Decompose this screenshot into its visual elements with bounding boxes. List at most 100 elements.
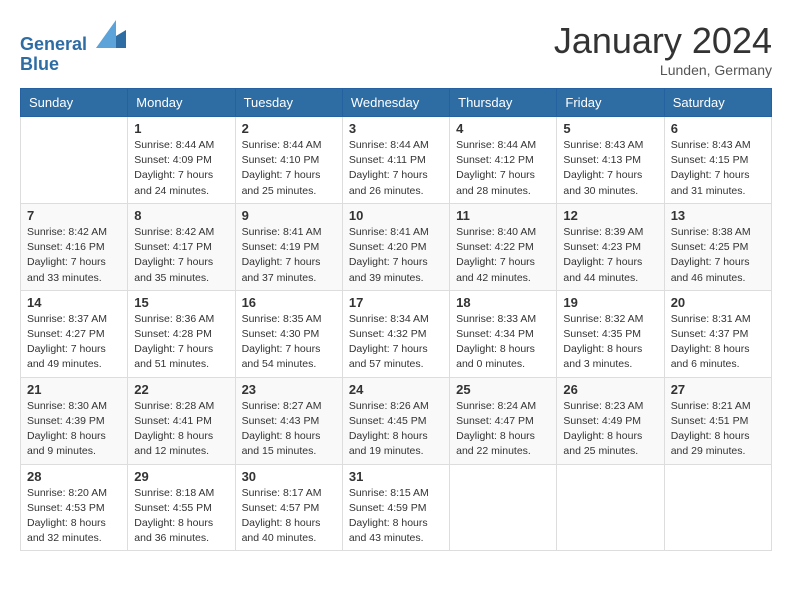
- calendar-cell: 23Sunrise: 8:27 AMSunset: 4:43 PMDayligh…: [235, 377, 342, 464]
- daylight-text: Daylight: 7 hours and 24 minutes.: [134, 169, 213, 196]
- cell-content: Sunrise: 8:17 AMSunset: 4:57 PMDaylight:…: [242, 486, 336, 547]
- daylight-text: Daylight: 7 hours and 25 minutes.: [242, 169, 321, 196]
- calendar-cell: 21Sunrise: 8:30 AMSunset: 4:39 PMDayligh…: [21, 377, 128, 464]
- calendar-cell: 22 Sunrise: 8:28 AMSunset: 4:41 PMDayligh…: [128, 377, 235, 464]
- sunset-text: Sunset: 4:55 PM: [134, 502, 212, 514]
- day-number: 24: [349, 382, 443, 397]
- daylight-text: Daylight: 8 hours and 29 minutes.: [671, 430, 750, 457]
- sunset-text: Sunset: 4:10 PM: [242, 154, 320, 166]
- day-number: 2: [242, 121, 336, 136]
- calendar-cell: [21, 117, 128, 204]
- sunrise-text: Sunrise: 8:39 AM: [563, 226, 643, 238]
- cell-content: Sunrise: 8:31 AMSunset: 4:37 PMDaylight:…: [671, 312, 765, 373]
- weekday-header-friday: Friday: [557, 89, 664, 117]
- day-number: 7: [27, 208, 121, 223]
- weekday-header-monday: Monday: [128, 89, 235, 117]
- calendar-cell: 26Sunrise: 8:23 AMSunset: 4:49 PMDayligh…: [557, 377, 664, 464]
- sunrise-text: Sunrise: 8:41 AM: [242, 226, 322, 238]
- sunset-text: Sunset: 4:34 PM: [456, 328, 534, 340]
- daylight-text: Daylight: 7 hours and 49 minutes.: [27, 343, 106, 370]
- location: Lunden, Germany: [554, 62, 772, 78]
- sunset-text: Sunset: 4:39 PM: [27, 415, 105, 427]
- sunset-text: Sunset: 4:45 PM: [349, 415, 427, 427]
- sunset-text: Sunset: 4:51 PM: [671, 415, 749, 427]
- cell-content: Sunrise: 8:44 AM Sunset: 4:10 PM Daylight:…: [242, 138, 336, 199]
- sunset-text: Sunset: 4:32 PM: [349, 328, 427, 340]
- weekday-header-row: SundayMondayTuesdayWednesdayThursdayFrid…: [21, 89, 772, 117]
- cell-content: Sunrise: 8:42 AMSunset: 4:17 PMDaylight:…: [134, 225, 228, 286]
- cell-content: Sunrise: 8:26 AMSunset: 4:45 PMDaylight:…: [349, 399, 443, 460]
- calendar-week-row: 21 Sunrise: 8:30 AM Sunset: 4:39 PM Dayligh…: [21, 377, 772, 464]
- sunrise-text: Sunrise: 8:32 AM: [563, 313, 643, 325]
- calendar-cell: 25Sunrise: 8:24 AMSunset: 4:47 PMDayligh…: [450, 377, 557, 464]
- cell-content: Sunrise: 8:24 AMSunset: 4:47 PMDaylight:…: [456, 399, 550, 460]
- calendar-week-row: 28Sunrise: 8:20 AMSunset: 4:53 PMDayligh…: [21, 464, 772, 551]
- sunrise-text: Sunrise: 8:43 AM: [671, 139, 751, 151]
- logo-general: General: [20, 34, 87, 54]
- daylight-text: Daylight: 8 hours and 12 minutes.: [134, 430, 213, 457]
- sunset-text: Sunset: 4:15 PM: [671, 154, 749, 166]
- cell-content: Sunrise: 8:44 AM Sunset: 4:09 PM Daylight:…: [134, 138, 228, 199]
- sunrise-text: Sunrise: 8:44 AM: [242, 139, 322, 151]
- daylight-text: Daylight: 7 hours and 30 minutes.: [563, 169, 642, 196]
- sunset-text: Sunset: 4:28 PM: [134, 328, 212, 340]
- sunrise-text: Sunrise: 8:42 AM: [134, 226, 214, 238]
- cell-content: Sunrise: 8:32 AMSunset: 4:35 PMDaylight:…: [563, 312, 657, 373]
- sunset-text: Sunset: 4:59 PM: [349, 502, 427, 514]
- sunset-text: Sunset: 4:11 PM: [349, 154, 426, 166]
- calendar-cell: 31Sunrise: 8:15 AMSunset: 4:59 PMDayligh…: [342, 464, 449, 551]
- page-header: General Blue January 2024 Lunden, German…: [20, 20, 772, 78]
- daylight-text: Daylight: 8 hours and 6 minutes.: [671, 343, 750, 370]
- sunrise-text: Sunrise: 8:30 AM: [27, 400, 107, 412]
- sunset-text: Sunset: 4:37 PM: [671, 328, 749, 340]
- cell-content: Sunrise: 8:34 AMSunset: 4:32 PMDaylight:…: [349, 312, 443, 373]
- sunset-text: Sunset: 4:12 PM: [456, 154, 534, 166]
- calendar-cell: 24 Sunrise: 8:26 AMSunset: 4:45 PMDayligh…: [342, 377, 449, 464]
- calendar-cell: 13Sunrise: 8:38 AMSunset: 4:25 PMDayligh…: [664, 203, 771, 290]
- calendar-cell: 28Sunrise: 8:20 AMSunset: 4:53 PMDayligh…: [21, 464, 128, 551]
- day-number: 19: [563, 295, 657, 310]
- calendar-cell: 16Sunrise: 8:35 AMSunset: 4:30 PMDayligh…: [235, 290, 342, 377]
- logo-icon: [96, 20, 126, 50]
- calendar-cell: [450, 464, 557, 551]
- calendar-cell: 19 Sunrise: 8:32 AMSunset: 4:35 PMDayligh…: [557, 290, 664, 377]
- day-number: 21: [27, 382, 121, 397]
- sunrise-text: Sunrise: 8:44 AM: [134, 139, 214, 151]
- cell-content: Sunrise: 8:38 AMSunset: 4:25 PMDaylight:…: [671, 225, 765, 286]
- sunset-text: Sunset: 4:47 PM: [456, 415, 534, 427]
- sunset-text: Sunset: 4:30 PM: [242, 328, 320, 340]
- cell-content: Sunrise: 8:21 AMSunset: 4:51 PMDaylight:…: [671, 399, 765, 460]
- cell-content: Sunrise: 8:44 AMSunset: 4:11 PMDaylight:…: [349, 138, 443, 199]
- calendar-cell: 3Sunrise: 8:44 AMSunset: 4:11 PMDaylight…: [342, 117, 449, 204]
- cell-content: Sunrise: 8:33 AMSunset: 4:34 PMDaylight:…: [456, 312, 550, 373]
- daylight-text: Daylight: 7 hours and 44 minutes.: [563, 256, 642, 283]
- cell-content: Sunrise: 8:44 AMSunset: 4:12 PMDaylight:…: [456, 138, 550, 199]
- day-number: 31: [349, 469, 443, 484]
- day-number: 12: [563, 208, 657, 223]
- daylight-text: Daylight: 7 hours and 39 minutes.: [349, 256, 428, 283]
- day-number: 30: [242, 469, 336, 484]
- day-number: 18: [456, 295, 550, 310]
- sunrise-text: Sunrise: 8:24 AM: [456, 400, 536, 412]
- day-number: 6: [671, 121, 765, 136]
- sunset-text: Sunset: 4:09 PM: [134, 154, 212, 166]
- sunrise-text: Sunrise: 8:34 AM: [349, 313, 429, 325]
- cell-content: Sunrise: 8:43 AMSunset: 4:13 PMDaylight:…: [563, 138, 657, 199]
- sunset-text: Sunset: 4:25 PM: [671, 241, 749, 253]
- day-number: 15: [134, 295, 228, 310]
- daylight-text: Daylight: 7 hours and 51 minutes.: [134, 343, 213, 370]
- calendar-week-row: 1Sunrise: 8:44 AMSunset: 4:09 PMDaylight…: [21, 117, 772, 204]
- day-number: 14: [27, 295, 121, 310]
- cell-content: Sunrise: 8:28 AMSunset: 4:41 PMDaylight:…: [134, 399, 228, 460]
- calendar-cell: 27Sunrise: 8:21 AMSunset: 4:51 PMDayligh…: [664, 377, 771, 464]
- daylight-text: Daylight: 7 hours and 37 minutes.: [242, 256, 321, 283]
- cell-content: Sunrise: 8:41 AMSunset: 4:19 PMDaylight:…: [242, 225, 336, 286]
- sunrise-text: Sunrise: 8:37 AM: [27, 313, 107, 325]
- calendar-cell: 8Sunrise: 8:42 AMSunset: 4:17 PMDaylight…: [128, 203, 235, 290]
- day-number: 22: [134, 382, 228, 397]
- cell-content: Sunrise: 8:42 AMSunset: 4:16 PMDaylight:…: [27, 225, 121, 286]
- day-number: 23: [242, 382, 336, 397]
- sunrise-text: Sunrise: 8:42 AM: [27, 226, 107, 238]
- sunset-text: Sunset: 4:49 PM: [563, 415, 641, 427]
- daylight-text: Daylight: 7 hours and 46 minutes.: [671, 256, 750, 283]
